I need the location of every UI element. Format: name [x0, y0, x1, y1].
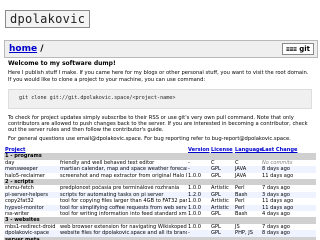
intro-para-2: To check for project updates simply subs…	[8, 114, 308, 134]
table-body: 1 - programs day friendly and well behaved…	[4, 153, 316, 240]
page: dpolakovic home / ≡≡≡ git Welcome to my …	[0, 0, 320, 240]
intro: Welcome to my software dump! Here I publ…	[8, 60, 312, 144]
project-table-wrap: Project Version License Language Last Ch…	[4, 147, 316, 240]
project-table: Project Version License Language Last Ch…	[4, 147, 316, 240]
git-lines-icon: ≡≡≡	[285, 46, 297, 53]
logo-wrap: dpolakovic	[5, 8, 91, 28]
git-badge[interactable]: ≡≡≡ git	[281, 43, 314, 55]
header-version[interactable]: Version	[187, 147, 210, 153]
intro-para-3: For general questions use email@dpolakov…	[8, 135, 291, 142]
home-link[interactable]: home	[9, 44, 37, 54]
header-license[interactable]: License	[210, 147, 234, 153]
project-description: martian calendar, map and space weather …	[59, 166, 187, 173]
breadcrumb-separator: /	[37, 44, 44, 54]
clone-command: git clone git://git.dpolakovic.space/<pr…	[8, 88, 312, 109]
intro-para-1: Here I publish stuff I make. If you came…	[8, 70, 309, 83]
project-description: tool for copying files larger than 4GB t…	[59, 198, 187, 205]
git-badge-label: git	[299, 45, 310, 53]
header-language[interactable]: Language	[234, 147, 263, 153]
site-logo[interactable]: dpolakovic	[5, 10, 91, 28]
breadcrumb: home /	[9, 41, 44, 57]
intro-title: Welcome to my software dump!	[8, 60, 116, 67]
project-description: tool for writing information into feed s…	[59, 211, 187, 218]
project-description: website files for dpolakovic.space and a…	[59, 230, 187, 237]
header-bar: home / ≡≡≡ git	[4, 40, 318, 58]
project-description: screenshot and map extractor from origin…	[59, 172, 187, 180]
project-description: predplonost počasia pre terminálové rozh…	[59, 185, 187, 192]
